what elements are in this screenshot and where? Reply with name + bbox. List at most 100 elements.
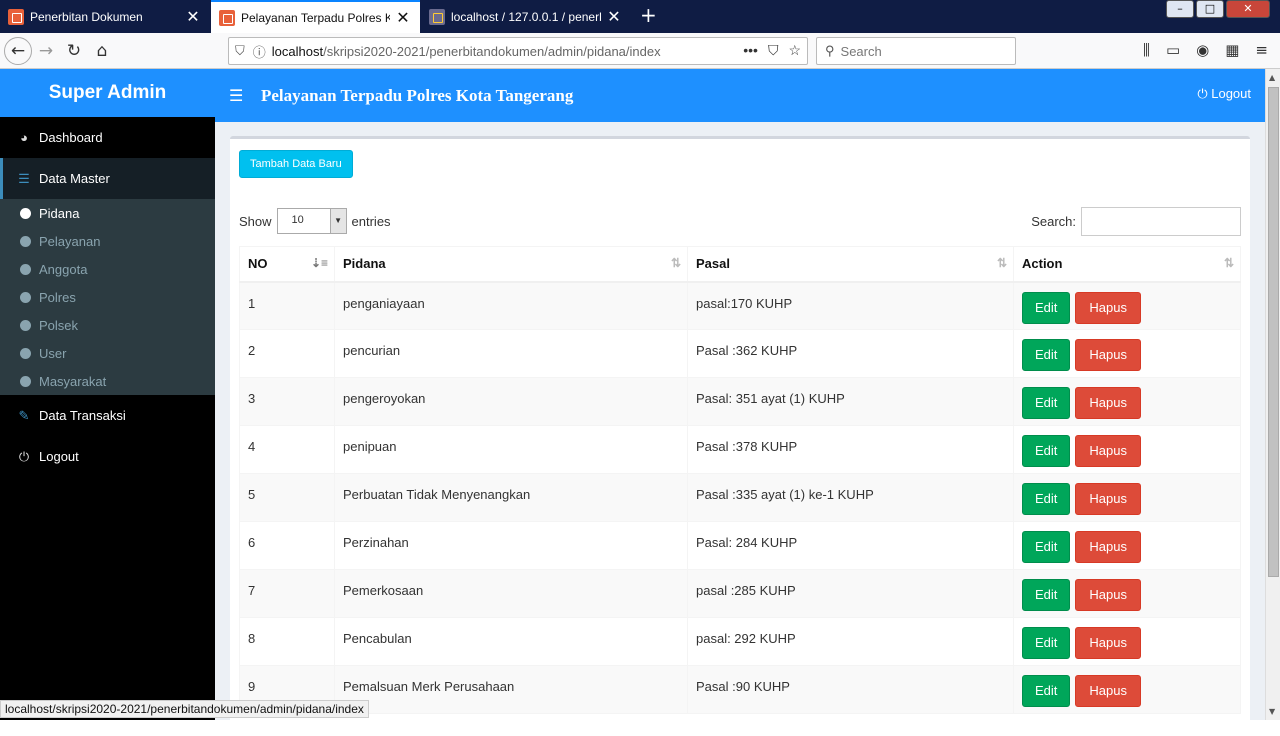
- logout-link[interactable]: ⏻ Logout: [1197, 86, 1251, 102]
- library-icon[interactable]: ⫼: [1143, 41, 1150, 59]
- cell-no: 6: [239, 521, 335, 570]
- minimize-icon[interactable]: –: [1166, 0, 1194, 18]
- sort-icon: ⇅: [996, 256, 1007, 270]
- edit-button[interactable]: Edit: [1022, 291, 1071, 324]
- sidebar-item-logout[interactable]: ⏻ Logout: [0, 436, 215, 477]
- sidebar: Super Admin ◕ Dashboard ☰ Data Master Pi…: [0, 69, 215, 720]
- delete-button[interactable]: Hapus: [1075, 483, 1141, 515]
- cell-action: Edit Hapus: [1013, 665, 1241, 714]
- pidana-table: NO ⇣≡ Pidana ⇅ Pasal ⇅ Action ⇅ 1 penganiayaa…: [239, 246, 1241, 714]
- table-body: 1 penganiayaan pasal:170 KUHP Edit Hapus 2 pen…: [239, 281, 1241, 714]
- delete-button[interactable]: Hapus: [1075, 531, 1141, 563]
- column-header-action[interactable]: Action ⇅: [1013, 246, 1241, 283]
- sidebar-item-dashboard[interactable]: ◕ Dashboard: [0, 117, 215, 158]
- sidebar-item-label: Polres: [39, 289, 76, 305]
- menu-icon[interactable]: ≡: [1255, 41, 1268, 59]
- sidebar-item-label: Anggota: [39, 261, 88, 277]
- sidebar-item-anggota[interactable]: Anggota: [0, 255, 215, 283]
- column-header-no[interactable]: NO ⇣≡: [239, 246, 335, 283]
- edit-button[interactable]: Edit: [1022, 579, 1071, 611]
- forward-icon[interactable]: →: [32, 37, 60, 65]
- delete-button[interactable]: Hapus: [1075, 627, 1141, 659]
- maximize-icon[interactable]: □: [1196, 0, 1224, 18]
- edit-button[interactable]: Edit: [1022, 339, 1071, 371]
- page-scrollbar[interactable]: ▲ ▼: [1265, 69, 1280, 720]
- sidebar-item-data-master[interactable]: ☰ Data Master: [0, 158, 215, 199]
- scroll-up-icon[interactable]: ▲: [1269, 73, 1275, 82]
- edit-button[interactable]: Edit: [1022, 531, 1071, 563]
- cell-pasal: Pasal: 351 ayat (1) KUHP: [687, 377, 1014, 426]
- sidebar-toggle-icon[interactable]: ▭: [1166, 41, 1180, 59]
- hamburger-icon[interactable]: ☰: [229, 86, 243, 105]
- back-icon[interactable]: ←: [4, 36, 32, 65]
- more-actions-icon[interactable]: •••: [743, 42, 758, 59]
- bookmark-star-icon[interactable]: ☆: [788, 42, 801, 59]
- table-row: 7 Pemerkosaan pasal :285 KUHP Edit Hapus: [239, 569, 1241, 618]
- browser-tab-phpmyadmin[interactable]: localhost / 127.0.0.1 / penerbita ✕: [421, 0, 631, 33]
- edit-button[interactable]: Edit: [1022, 387, 1071, 419]
- sidebar-item-label: Logout: [39, 449, 79, 464]
- close-icon[interactable]: ✕: [186, 7, 200, 27]
- cell-pidana: Perzinahan: [334, 521, 688, 570]
- search-icon: ⚲: [825, 43, 835, 58]
- column-header-pidana[interactable]: Pidana ⇅: [334, 246, 688, 283]
- delete-button[interactable]: Hapus: [1075, 675, 1141, 707]
- browser-search-input[interactable]: ⚲ Search: [816, 37, 1016, 65]
- account-icon[interactable]: ◉: [1196, 41, 1209, 59]
- status-bar-url: localhost/skripsi2020-2021/penerbitandok…: [0, 700, 369, 718]
- close-icon[interactable]: ✕: [396, 8, 410, 28]
- cell-no: 7: [239, 569, 335, 618]
- circle-icon: [20, 207, 31, 219]
- cell-no: 3: [239, 377, 335, 426]
- close-icon[interactable]: ✕: [607, 7, 621, 27]
- scroll-down-icon[interactable]: ▼: [1269, 707, 1275, 716]
- window-close-icon[interactable]: ✕: [1226, 0, 1270, 18]
- edit-button[interactable]: Edit: [1022, 675, 1071, 707]
- reload-icon[interactable]: ↻: [60, 37, 88, 65]
- delete-button[interactable]: Hapus: [1075, 435, 1141, 467]
- circle-icon: [20, 347, 31, 359]
- delete-button[interactable]: Hapus: [1075, 387, 1141, 419]
- delete-button[interactable]: Hapus: [1075, 339, 1141, 371]
- sidebar-item-masyarakat[interactable]: Masyarakat: [0, 367, 215, 395]
- delete-button[interactable]: Hapus: [1075, 579, 1141, 611]
- table-header-row: NO ⇣≡ Pidana ⇅ Pasal ⇅ Action ⇅: [239, 246, 1241, 283]
- edit-button[interactable]: Edit: [1022, 483, 1071, 515]
- pocket-icon[interactable]: ⛉: [768, 42, 779, 59]
- column-header-pasal[interactable]: Pasal ⇅: [687, 246, 1014, 283]
- cell-no: 4: [239, 425, 335, 474]
- cell-pidana: penganiayaan: [334, 281, 688, 330]
- extensions-icon[interactable]: ▦: [1225, 41, 1239, 59]
- circle-icon: [20, 375, 31, 387]
- sidebar-item-data-transaksi[interactable]: ✎ Data Transaksi: [0, 395, 215, 436]
- sidebar-item-label: Masyarakat: [39, 373, 107, 389]
- circle-icon: [20, 263, 31, 275]
- sidebar-item-pelayanan[interactable]: Pelayanan: [0, 227, 215, 255]
- url-bar[interactable]: ⛉ ⓘ localhost/skripsi2020-2021/penerbita…: [228, 37, 808, 65]
- delete-button[interactable]: Hapus: [1075, 291, 1141, 324]
- browser-tab-pelayanan[interactable]: Pelayanan Terpadu Polres Kota ✕: [211, 0, 420, 33]
- new-tab-icon[interactable]: +: [640, 4, 657, 26]
- edit-button[interactable]: Edit: [1022, 435, 1071, 467]
- circle-icon: [20, 319, 31, 331]
- sidebar-item-pidana[interactable]: Pidana: [0, 199, 215, 227]
- cell-action: Edit Hapus: [1013, 473, 1241, 522]
- sidebar-item-polres[interactable]: Polres: [0, 283, 215, 311]
- sidebar-item-polsek[interactable]: Polsek: [0, 311, 215, 339]
- home-icon[interactable]: ⌂: [88, 37, 116, 65]
- info-icon[interactable]: ⓘ: [253, 42, 266, 61]
- table-search-input[interactable]: [1081, 207, 1241, 236]
- scrollbar-thumb[interactable]: [1268, 87, 1279, 577]
- sidebar-item-label: Pelayanan: [39, 233, 101, 249]
- browser-tab-penerbitan[interactable]: Penerbitan Dokumen ✕: [0, 0, 210, 33]
- table-row: 2 pencurian Pasal :362 KUHP Edit Hapus: [239, 329, 1241, 378]
- cell-action: Edit Hapus: [1013, 617, 1241, 666]
- add-new-data-button[interactable]: Tambah Data Baru: [239, 150, 353, 178]
- sidebar-item-label: Pidana: [39, 205, 80, 221]
- sidebar-item-user[interactable]: User: [0, 339, 215, 367]
- entries-select[interactable]: 10 ▼: [276, 208, 347, 234]
- brand-logo[interactable]: Super Admin: [0, 69, 215, 117]
- cell-pasal: pasal :285 KUHP: [687, 569, 1014, 618]
- cell-pasal: Pasal :362 KUHP: [687, 329, 1014, 378]
- edit-button[interactable]: Edit: [1022, 627, 1071, 659]
